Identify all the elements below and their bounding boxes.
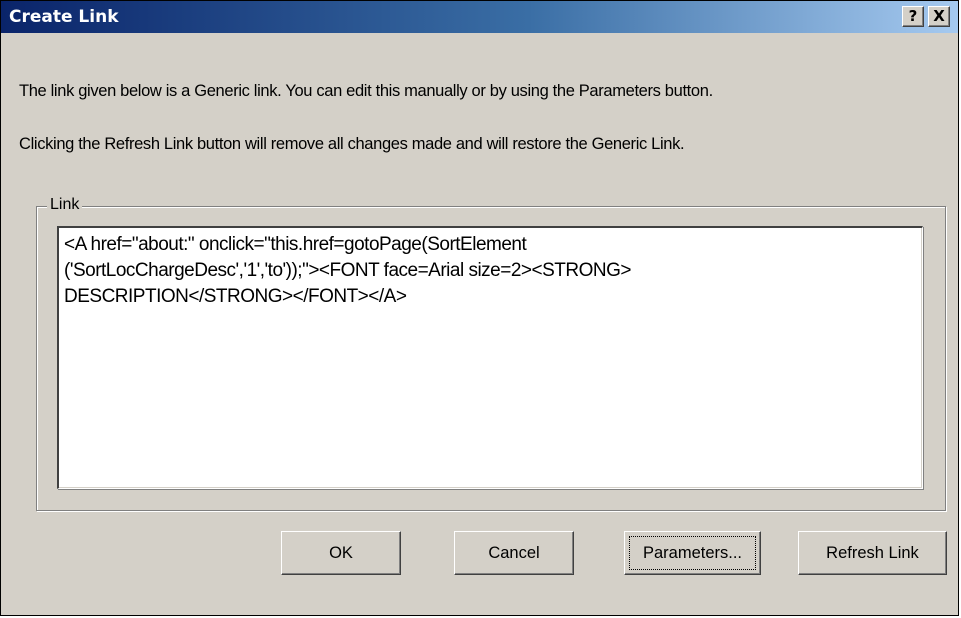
help-icon: ? (908, 7, 918, 25)
create-link-dialog: Create Link ? X The link given below is … (0, 0, 959, 616)
window-title: Create Link (9, 7, 119, 27)
link-group-label: Link (47, 195, 83, 215)
refresh-link-button[interactable]: Refresh Link (798, 531, 947, 575)
parameters-button[interactable]: Parameters... (624, 531, 761, 575)
parameters-button-label: Parameters... (629, 536, 756, 570)
close-button[interactable]: X (928, 6, 950, 27)
ok-button[interactable]: OK (281, 531, 401, 575)
title-bar[interactable]: Create Link ? X (1, 1, 958, 33)
cancel-button[interactable]: Cancel (454, 531, 574, 575)
link-textarea[interactable]: <A href="about:" onclick="this.href=goto… (57, 226, 923, 489)
description-line-1: The link given below is a Generic link. … (19, 82, 713, 100)
description-line-2: Clicking the Refresh Link button will re… (19, 135, 685, 153)
close-icon: X (933, 7, 945, 25)
help-button[interactable]: ? (902, 6, 924, 27)
